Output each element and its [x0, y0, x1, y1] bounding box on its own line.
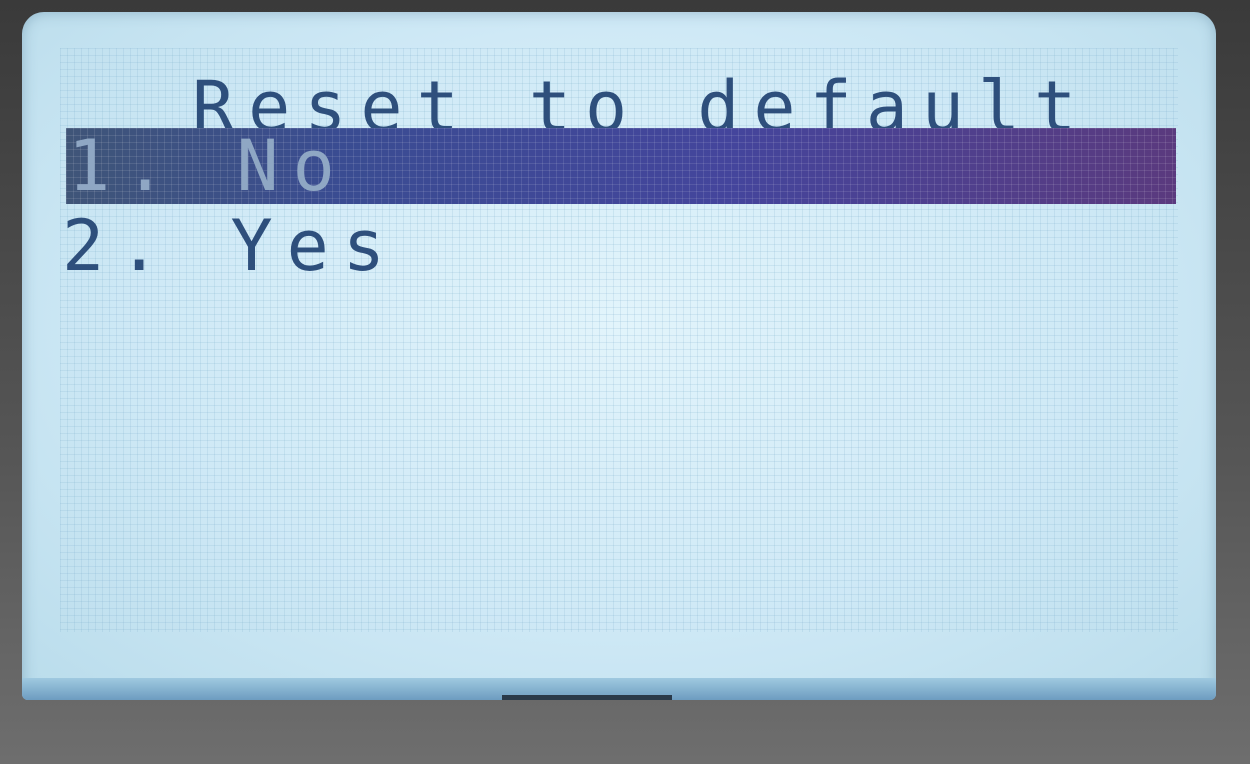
screen-notch — [502, 695, 672, 700]
menu-item-yes[interactable]: 2. Yes — [60, 208, 1178, 286]
screen-bottom-edge — [22, 678, 1216, 700]
lcd-pixel-area: Reset to default 1. No 2. Yes — [60, 48, 1178, 632]
menu-item-no[interactable]: 1. No — [66, 128, 1176, 204]
menu-item-label-no: 1. No — [68, 125, 349, 207]
device-bezel: Reset to default 1. No 2. Yes — [0, 0, 1250, 764]
lcd-screen: Reset to default 1. No 2. Yes — [22, 12, 1216, 700]
menu-item-label-yes: 2. Yes — [62, 205, 399, 287]
